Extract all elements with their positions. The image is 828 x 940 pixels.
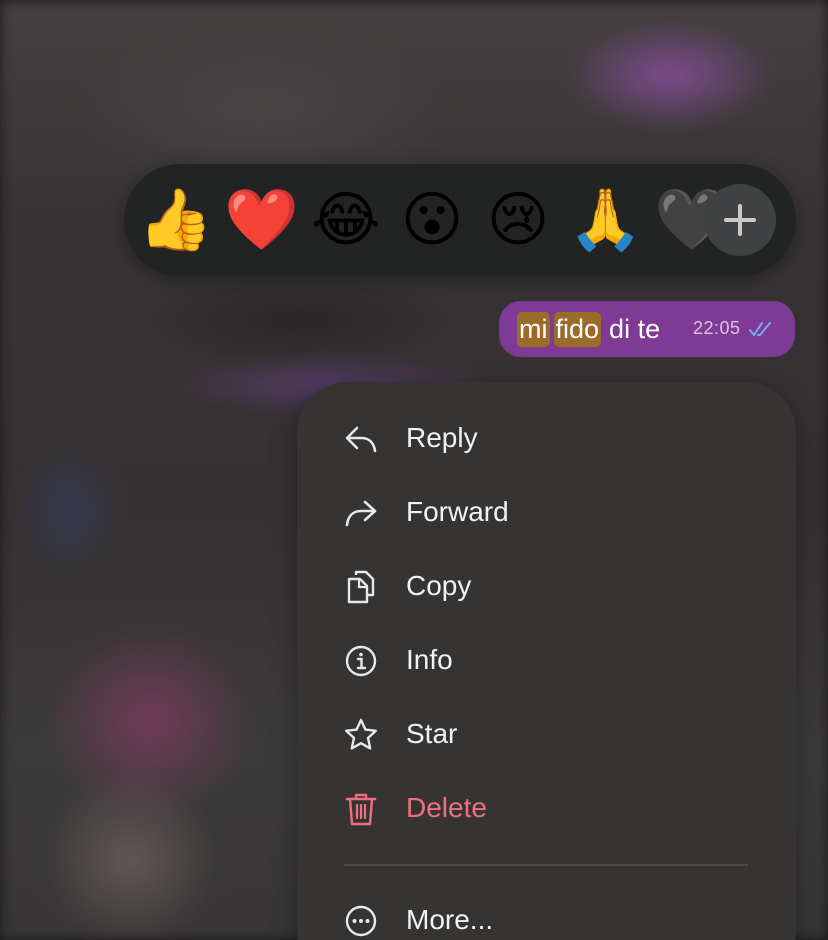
double-check-icon (749, 322, 771, 336)
menu-label-reply: Reply (406, 422, 478, 453)
highlighted-word: fido (553, 311, 602, 347)
copy-icon (347, 570, 375, 604)
menu-item-delete[interactable]: Delete (297, 772, 796, 846)
highlighted-word: mi (517, 311, 550, 347)
menu-label-copy: Copy (406, 570, 472, 601)
reaction-bar: 👍 ❤️ 😂 😮 😢 🙏 🖤 (124, 164, 796, 276)
reply-icon (345, 426, 377, 453)
menu-item-copy[interactable]: Copy (297, 550, 796, 624)
menu-label-delete: Delete (406, 792, 487, 823)
reaction-crying[interactable]: 😢 (482, 184, 554, 256)
reaction-surprised[interactable]: 😮 (396, 184, 468, 256)
menu-item-star[interactable]: Star (297, 698, 796, 772)
more-reactions-button[interactable] (704, 184, 776, 256)
reaction-laughing[interactable]: 😂 (310, 184, 382, 256)
message-time: 22:05 (693, 318, 741, 338)
forward-icon (345, 500, 377, 527)
more-icon (345, 905, 377, 937)
message-word: di te (609, 313, 661, 344)
message-text: mi fido di te (517, 311, 661, 347)
star-icon (345, 718, 377, 750)
menu-item-forward[interactable]: Forward (297, 476, 796, 550)
message-context-menu: Reply Forward Copy Info Star Delete More… (297, 382, 796, 940)
menu-item-info[interactable]: Info (297, 624, 796, 698)
message-bubble[interactable]: mi fido di te 22:05 (499, 301, 795, 357)
reaction-pray[interactable]: 🙏 (568, 184, 643, 256)
menu-item-more[interactable]: More... (297, 884, 796, 940)
trash-icon (345, 793, 377, 826)
reaction-heart[interactable]: ❤️ (224, 184, 299, 256)
menu-item-reply[interactable]: Reply (297, 402, 796, 476)
plus-icon (724, 204, 756, 236)
screen: 👍 ❤️ 😂 😮 😢 🙏 🖤 mi fido di te 22:05 Reply… (0, 0, 828, 940)
menu-divider (344, 864, 748, 866)
menu-label-star: Star (406, 718, 458, 749)
reaction-thumbs-up[interactable]: 👍 (138, 184, 213, 256)
info-icon (345, 645, 377, 677)
menu-label-more: More... (406, 904, 494, 935)
menu-label-forward: Forward (406, 496, 509, 527)
menu-label-info: Info (406, 644, 453, 675)
